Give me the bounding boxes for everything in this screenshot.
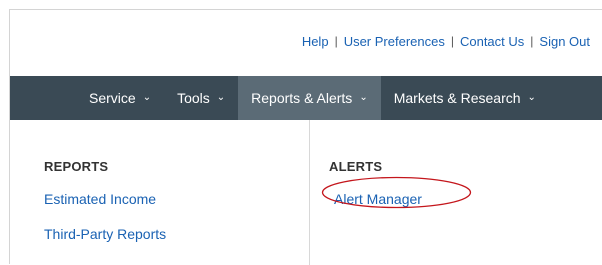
estimated-income-link[interactable]: Estimated Income [44, 191, 156, 207]
chevron-down-icon: ⌄ [216, 91, 226, 103]
chevron-down-icon: ⌄ [142, 91, 152, 103]
page-frame: Help | User Preferences | Contact Us | S… [9, 9, 602, 265]
chevron-down-icon: ⌄ [359, 91, 368, 103]
utility-separator: | [450, 34, 454, 48]
nav-service-label: Service [89, 90, 136, 106]
nav-service[interactable]: Service ⌄ [76, 76, 164, 120]
nav-reports-alerts[interactable]: Reports & Alerts ⌄ [238, 76, 381, 120]
alert-manager-link[interactable]: Alert Manager [334, 191, 422, 207]
user-preferences-link[interactable]: User Preferences [344, 34, 445, 49]
utility-separator: | [530, 34, 534, 48]
contact-us-link[interactable]: Contact Us [460, 34, 524, 49]
help-link[interactable]: Help [302, 34, 329, 49]
utility-separator: | [334, 34, 338, 48]
chevron-down-icon: ⌄ [527, 91, 536, 103]
nav-tools[interactable]: Tools ⌄ [164, 76, 238, 120]
column-divider [309, 120, 310, 265]
reports-alerts-dropdown: REPORTS Estimated Income Third-Party Rep… [10, 120, 602, 265]
alerts-heading: ALERTS [329, 159, 383, 174]
reports-heading: REPORTS [44, 159, 109, 174]
third-party-reports-link[interactable]: Third-Party Reports [44, 226, 166, 242]
nav-tools-label: Tools [177, 90, 210, 106]
sign-out-link[interactable]: Sign Out [539, 34, 590, 49]
nav-reports-alerts-label: Reports & Alerts [251, 90, 353, 106]
nav-markets-research[interactable]: Markets & Research ⌄ [381, 76, 549, 120]
utility-links: Help | User Preferences | Contact Us | S… [302, 10, 590, 72]
main-nav: Service ⌄ Tools ⌄ Reports & Alerts ⌄ Mar… [10, 76, 602, 120]
nav-markets-research-label: Markets & Research [393, 90, 521, 106]
